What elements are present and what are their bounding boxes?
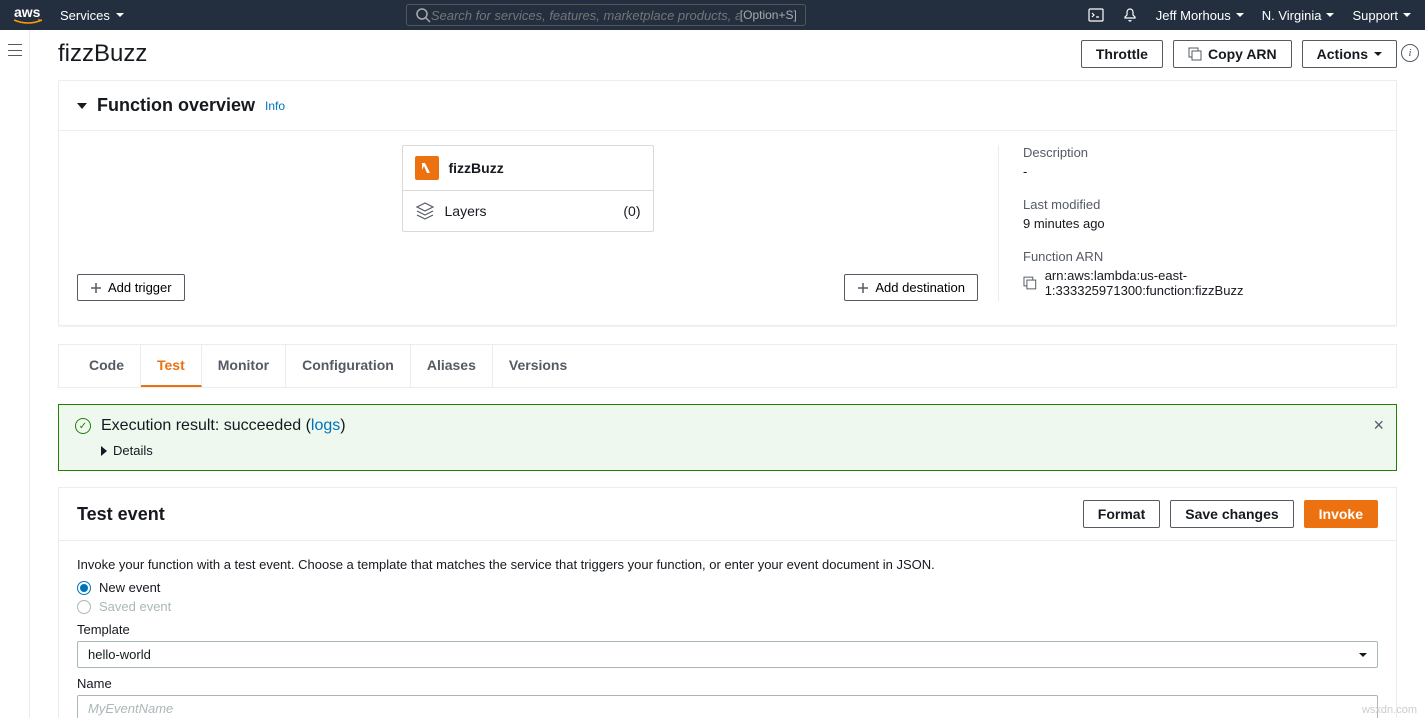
alert-text: Execution result: succeeded ( xyxy=(101,417,311,434)
function-card[interactable]: fizzBuzz Layers (0) xyxy=(402,145,654,232)
function-overview-panel: Function overview Info fizzBuzz xyxy=(58,80,1397,326)
throttle-button[interactable]: Throttle xyxy=(1081,40,1163,68)
arn-label: Function ARN xyxy=(1023,249,1378,264)
name-label: Name xyxy=(77,676,1378,691)
services-label: Services xyxy=(60,8,110,23)
user-menu[interactable]: Jeff Morhous xyxy=(1156,8,1244,23)
tab-monitor[interactable]: Monitor xyxy=(202,345,286,387)
new-event-radio[interactable]: New event xyxy=(77,580,1378,595)
actions-button[interactable]: Actions xyxy=(1302,40,1397,68)
desc-value: - xyxy=(1023,164,1378,179)
test-event-card: Test event Format Save changes Invoke In… xyxy=(58,487,1397,718)
execution-result-alert: × ✓ Execution result: succeeded (logs) D… xyxy=(58,404,1397,471)
alert-text-close: ) xyxy=(340,417,345,434)
saved-event-radio: Saved event xyxy=(77,599,1378,614)
add-destination-button[interactable]: Add destination xyxy=(844,274,978,301)
caret-down-icon xyxy=(1326,13,1334,17)
search-shortcut: [Option+S] xyxy=(740,8,797,22)
aws-swoosh-icon xyxy=(14,19,42,25)
services-menu[interactable]: Services xyxy=(60,8,124,23)
actions-label: Actions xyxy=(1317,46,1368,62)
tab-configuration[interactable]: Configuration xyxy=(286,345,411,387)
format-button[interactable]: Format xyxy=(1083,500,1160,528)
add-destination-label: Add destination xyxy=(875,280,965,295)
aws-logo[interactable]: aws xyxy=(14,5,42,25)
info-link[interactable]: Info xyxy=(265,99,285,113)
tabs-container: CodeTestMonitorConfigurationAliasesVersi… xyxy=(58,344,1397,388)
plus-icon xyxy=(857,282,869,294)
modified-label: Last modified xyxy=(1023,197,1378,212)
details-label: Details xyxy=(113,443,153,458)
support-menu[interactable]: Support xyxy=(1352,8,1411,23)
search-icon xyxy=(415,7,431,23)
region-name: N. Virginia xyxy=(1262,8,1322,23)
template-label: Template xyxy=(77,622,1378,637)
cloudshell-icon[interactable] xyxy=(1088,7,1104,23)
collapse-icon[interactable] xyxy=(77,103,87,109)
support-label: Support xyxy=(1352,8,1398,23)
template-select[interactable]: hello-world xyxy=(77,641,1378,668)
details-toggle[interactable]: Details xyxy=(101,443,1380,458)
watermark: wsxdn.com xyxy=(1362,704,1417,716)
side-rail xyxy=(0,30,30,718)
copy-icon[interactable] xyxy=(1023,276,1037,290)
success-icon: ✓ xyxy=(75,418,91,434)
save-changes-button[interactable]: Save changes xyxy=(1170,500,1293,528)
radio-icon xyxy=(77,581,91,595)
lambda-icon xyxy=(415,156,439,180)
overview-title: Function overview xyxy=(97,95,255,116)
search-box[interactable]: [Option+S] xyxy=(406,4,806,26)
layers-row[interactable]: Layers (0) xyxy=(403,191,653,231)
modified-value: 9 minutes ago xyxy=(1023,216,1378,231)
tab-test[interactable]: Test xyxy=(141,345,202,387)
page-title: fizzBuzz xyxy=(58,40,147,68)
logs-link[interactable]: logs xyxy=(311,417,340,434)
expand-right-icon xyxy=(101,446,107,456)
layers-icon xyxy=(415,201,435,221)
tab-code[interactable]: Code xyxy=(73,345,141,387)
hamburger-icon[interactable] xyxy=(8,44,22,56)
caret-down-icon xyxy=(1374,52,1382,56)
copy-arn-label: Copy ARN xyxy=(1208,46,1277,62)
name-input[interactable] xyxy=(77,695,1378,718)
add-trigger-button[interactable]: Add trigger xyxy=(77,274,185,301)
caret-down-icon xyxy=(1403,13,1411,17)
region-menu[interactable]: N. Virginia xyxy=(1262,8,1335,23)
caret-down-icon xyxy=(1359,653,1367,657)
desc-label: Description xyxy=(1023,145,1378,160)
saved-event-label: Saved event xyxy=(99,599,171,614)
test-event-title: Test event xyxy=(77,504,165,525)
test-help-text: Invoke your function with a test event. … xyxy=(77,557,1378,572)
plus-icon xyxy=(90,282,102,294)
caret-down-icon xyxy=(116,13,124,17)
aws-logo-text: aws xyxy=(14,5,42,19)
function-name: fizzBuzz xyxy=(449,160,504,176)
tab-versions[interactable]: Versions xyxy=(493,345,583,387)
invoke-button[interactable]: Invoke xyxy=(1304,500,1378,528)
copy-arn-button[interactable]: Copy ARN xyxy=(1173,40,1292,68)
new-event-label: New event xyxy=(99,580,160,595)
layers-label: Layers xyxy=(445,203,487,219)
layers-count: (0) xyxy=(623,203,640,219)
search-input[interactable] xyxy=(431,8,740,23)
copy-icon xyxy=(1188,47,1202,61)
help-icon[interactable]: i xyxy=(1401,44,1419,62)
template-value: hello-world xyxy=(88,647,151,662)
radio-icon xyxy=(77,600,91,614)
caret-down-icon xyxy=(1236,13,1244,17)
tab-aliases[interactable]: Aliases xyxy=(411,345,493,387)
top-nav: aws Services [Option+S] Jeff Morhous N. … xyxy=(0,0,1425,30)
close-icon[interactable]: × xyxy=(1373,415,1384,436)
arn-value: arn:aws:lambda:us-east-1:333325971300:fu… xyxy=(1045,268,1378,298)
notifications-icon[interactable] xyxy=(1122,7,1138,23)
user-name: Jeff Morhous xyxy=(1156,8,1231,23)
add-trigger-label: Add trigger xyxy=(108,280,172,295)
